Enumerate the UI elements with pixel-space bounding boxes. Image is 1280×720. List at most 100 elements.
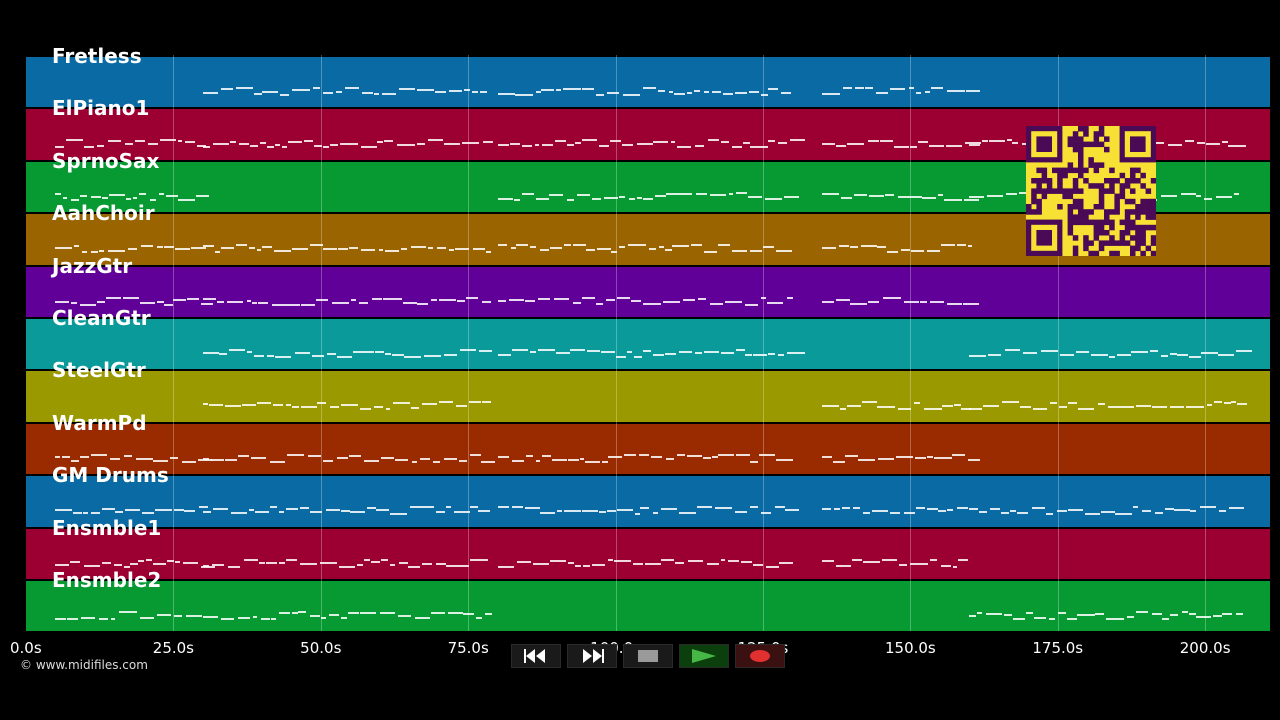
midi-note: [74, 245, 80, 248]
midi-note: [969, 615, 977, 617]
midi-note: [706, 562, 719, 565]
midi-note: [480, 91, 488, 93]
midi-note: [572, 301, 581, 304]
midi-note: [766, 565, 780, 568]
midi-note: [257, 249, 262, 252]
midi-note: [479, 350, 493, 352]
midi-note: [916, 507, 926, 510]
midi-note: [579, 457, 585, 460]
midi-note: [292, 89, 310, 91]
midi-note: [988, 354, 1002, 356]
midi-note: [202, 245, 215, 248]
midi-note: [274, 144, 281, 147]
midi-note: [270, 506, 278, 509]
stop-button[interactable]: [623, 644, 673, 668]
midi-note: [497, 455, 510, 458]
midi-note: [1184, 140, 1195, 143]
midi-note: [70, 301, 77, 304]
midi-note: [665, 192, 680, 195]
fast-forward-button[interactable]: [567, 644, 617, 668]
midi-note: [202, 297, 217, 300]
midi-note: [291, 248, 308, 251]
midi-note: [1011, 142, 1019, 145]
midi-note: [278, 561, 286, 564]
record-button[interactable]: [735, 644, 785, 668]
midi-note: [679, 351, 692, 353]
midi-note: [898, 408, 911, 411]
midi-note: [946, 509, 953, 512]
track-lane[interactable]: [26, 526, 1270, 579]
midi-note: [427, 139, 443, 142]
midi-note: [564, 510, 582, 513]
midi-note: [373, 406, 384, 409]
midi-note: [208, 404, 224, 407]
midi-note: [983, 405, 999, 408]
midi-note: [734, 511, 747, 514]
midi-note: [569, 349, 585, 351]
midi-note: [601, 351, 616, 353]
midi-note: [331, 301, 349, 304]
midi-note: [944, 198, 963, 201]
midi-note: [768, 140, 776, 143]
midi-note: [328, 614, 340, 616]
play-button[interactable]: [679, 644, 729, 668]
track-lane[interactable]: [26, 55, 1270, 108]
midi-note: [881, 558, 897, 561]
track-lane[interactable]: [26, 421, 1270, 475]
midi-note: [922, 196, 937, 199]
midi-note: [957, 558, 968, 561]
rewind-button[interactable]: [511, 644, 561, 668]
midi-note: [202, 403, 208, 406]
track-lane[interactable]: [26, 579, 1270, 632]
midi-note: [300, 507, 309, 510]
midi-note: [158, 192, 165, 195]
fast-forward-icon: [583, 649, 604, 663]
midi-note: [82, 512, 88, 515]
midi-note: [436, 247, 446, 250]
midi-note: [567, 144, 575, 147]
midi-note: [376, 509, 389, 512]
midi-note: [1004, 614, 1013, 616]
midi-note: [385, 353, 392, 355]
midi-note: [91, 195, 101, 198]
midi-note: [529, 246, 537, 249]
midi-note: [361, 146, 377, 149]
midi-note: [660, 508, 677, 511]
midi-note: [599, 511, 607, 514]
midi-note: [184, 510, 195, 513]
midi-note: [1162, 618, 1170, 620]
midi-note: [1077, 408, 1094, 411]
midi-note: [482, 401, 491, 404]
midi-note: [566, 198, 575, 201]
midi-note: [521, 145, 532, 148]
midi-note: [748, 195, 762, 198]
track-lane[interactable]: [26, 369, 1270, 422]
midi-note: [899, 563, 908, 566]
midi-note: [212, 563, 225, 566]
midi-note: [181, 460, 196, 463]
midi-note: [963, 198, 979, 201]
midi-note: [592, 197, 601, 200]
midi-note: [265, 561, 278, 564]
track-lane[interactable]: [26, 317, 1270, 370]
midi-note: [267, 146, 275, 149]
midi-note: [585, 249, 595, 252]
midi-note: [677, 146, 692, 149]
track-lane[interactable]: [26, 264, 1270, 317]
midi-note: [617, 296, 631, 299]
midi-note: [581, 296, 595, 299]
midi-note: [497, 93, 516, 95]
midi-note: [1213, 401, 1223, 404]
midi-note: [102, 196, 109, 199]
midi-note: [552, 458, 568, 461]
midi-note: [753, 563, 764, 566]
midi-note: [470, 506, 478, 509]
midi-note: [582, 88, 594, 90]
midi-note: [821, 192, 839, 195]
midi-note: [382, 93, 397, 95]
midi-note: [279, 612, 291, 614]
midi-note: [202, 352, 219, 354]
midi-note: [841, 196, 852, 199]
midi-note: [201, 302, 213, 305]
track-lane[interactable]: [26, 474, 1270, 527]
